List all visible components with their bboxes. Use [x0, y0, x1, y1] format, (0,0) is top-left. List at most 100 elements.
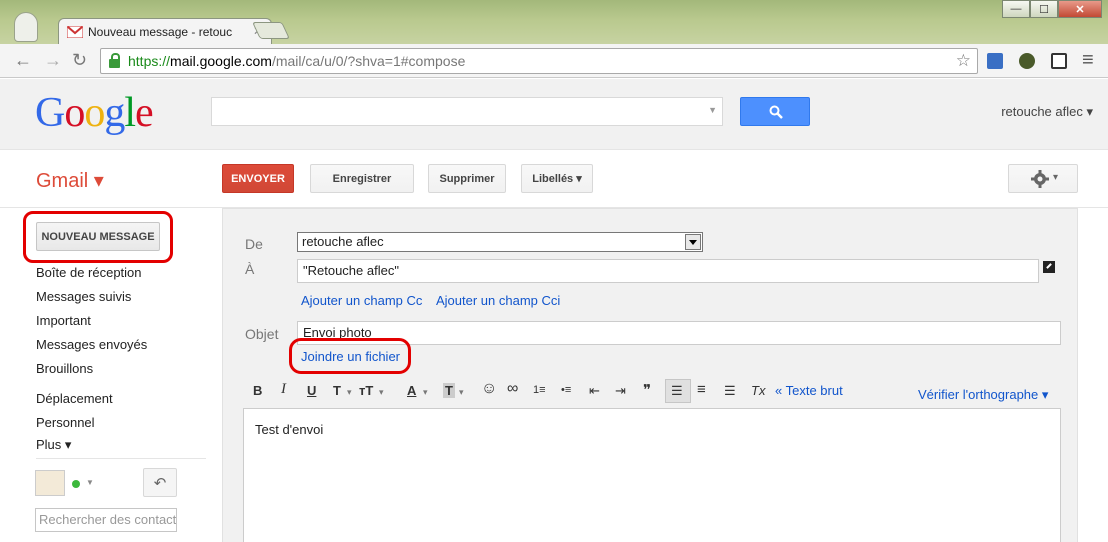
add-cc-link[interactable]: Ajouter un champ Cc — [301, 293, 422, 308]
underline-icon[interactable]: U — [307, 383, 316, 398]
annotation-circle — [23, 211, 173, 263]
maximize-button[interactable]: ☐ — [1030, 0, 1058, 18]
from-value: retouche aflec — [302, 234, 384, 249]
chevron-down-icon[interactable]: ▾ — [347, 387, 352, 398]
reload-icon[interactable]: ↻ — [72, 51, 87, 69]
logo-letter: o — [64, 90, 85, 136]
contact-search-input[interactable]: Rechercher des contact — [35, 508, 177, 532]
plain-text-link[interactable]: « Texte brut — [775, 383, 843, 398]
align-left-icon[interactable]: ☰ — [671, 383, 683, 399]
nav-item-inbox[interactable]: Boîte de réception — [36, 265, 142, 280]
minimize-button[interactable]: — — [1002, 0, 1030, 18]
browser-toolbar: ← → ↻ https://mail.google.com/mail/ca/u/… — [0, 44, 1108, 78]
to-field[interactable]: "Retouche aflec" — [297, 259, 1039, 283]
delete-button[interactable]: Supprimer — [428, 164, 506, 193]
italic-icon[interactable]: I — [281, 381, 286, 398]
spellcheck-link[interactable]: Vérifier l'orthographe ▾ — [918, 387, 1048, 403]
chevron-down-icon[interactable]: ▾ — [379, 387, 384, 398]
reader-extension-icon[interactable] — [1051, 53, 1067, 69]
extension-icon[interactable] — [1019, 53, 1035, 69]
nav-item-personnel[interactable]: Personnel — [36, 415, 95, 430]
lock-icon — [109, 52, 120, 68]
clear-formatting-icon[interactable]: Tx — [751, 383, 765, 398]
left-navigation: NOUVEAU MESSAGE Boîte de réception Messa… — [0, 208, 215, 542]
align-right-icon[interactable]: ☰ — [724, 383, 736, 399]
indent-icon[interactable]: ⇥ — [615, 383, 626, 399]
to-value: "Retouche aflec" — [303, 263, 399, 278]
nav-item-starred[interactable]: Messages suivis — [36, 289, 131, 304]
subject-field[interactable]: Envoi photo — [297, 321, 1061, 345]
popout-icon[interactable] — [1043, 261, 1055, 273]
search-icon — [769, 105, 783, 119]
from-select[interactable]: retouche aflec — [297, 232, 703, 252]
profile-icon[interactable] — [14, 12, 38, 42]
logo-letter: l — [124, 90, 136, 136]
chevron-down-icon[interactable]: ▾ — [459, 387, 464, 398]
settings-dropdown-icon: ▾ — [1053, 172, 1059, 183]
gmail-action-bar: Gmail ▾ ENVOYER Enregistrer Supprimer Li… — [0, 150, 1108, 208]
nav-item-drafts[interactable]: Brouillons — [36, 361, 93, 376]
logo-letter: g — [104, 90, 125, 136]
close-window-button[interactable]: ✕ — [1058, 0, 1102, 18]
quote-icon[interactable]: ❞ — [643, 381, 651, 399]
search-button[interactable] — [740, 97, 810, 126]
phone-call-button[interactable]: ↶ — [143, 468, 177, 497]
logo-letter: o — [84, 90, 105, 136]
bookmark-star-icon[interactable]: ☆ — [956, 51, 971, 71]
settings-button[interactable]: ▾ — [1008, 164, 1078, 193]
google-logo[interactable]: Google — [35, 89, 154, 137]
add-bcc-link[interactable]: Ajouter un champ Cci — [436, 293, 560, 308]
divider — [36, 458, 206, 459]
nav-item-deplacement[interactable]: Déplacement — [36, 391, 113, 406]
avatar[interactable] — [35, 470, 65, 496]
url-scheme: https:// — [128, 53, 171, 69]
to-label: À — [245, 261, 255, 277]
subject-label: Objet — [245, 326, 279, 342]
browser-tab[interactable]: Nouveau message - retouc ✕ — [58, 18, 272, 44]
font-size-icon[interactable]: тT — [359, 383, 373, 398]
address-bar[interactable]: https://mail.google.com/mail/ca/u/0/?shv… — [100, 48, 978, 74]
nav-item-sent[interactable]: Messages envoyés — [36, 337, 147, 352]
window-controls: — ☐ ✕ — [1002, 0, 1102, 18]
save-button[interactable]: Enregistrer — [310, 164, 414, 193]
back-icon[interactable]: ← — [14, 51, 32, 69]
nav-item-important[interactable]: Important — [36, 313, 91, 328]
url-path: /mail/ca/u/0/?shva=1#compose — [271, 53, 466, 69]
bold-icon[interactable]: B — [253, 383, 262, 398]
forward-icon[interactable]: → — [44, 51, 62, 69]
mail-search-input[interactable]: ▼ — [211, 97, 723, 126]
account-name[interactable]: retouche aflec ▾ — [1001, 104, 1093, 120]
gmail-app-label[interactable]: Gmail ▾ — [36, 168, 104, 193]
message-body-text: Test d'envoi — [255, 422, 324, 437]
font-icon[interactable]: T — [333, 383, 341, 398]
gear-icon — [1031, 170, 1049, 188]
search-options-arrow-icon[interactable]: ▼ — [708, 105, 717, 115]
annotation-circle — [289, 338, 411, 374]
compose-panel: De retouche aflec À "Retouche aflec" Ajo… — [222, 208, 1078, 542]
link-icon[interactable]: ∞ — [507, 380, 518, 398]
bulleted-list-icon[interactable]: •≡ — [561, 384, 571, 396]
align-center-icon[interactable]: ≡ — [697, 381, 706, 398]
download-extension-icon[interactable] — [987, 53, 1003, 69]
gmail-favicon-icon — [66, 25, 84, 38]
chevron-down-icon[interactable] — [685, 234, 701, 250]
chevron-down-icon[interactable]: ▾ — [423, 387, 428, 398]
text-color-icon[interactable]: A — [407, 383, 416, 398]
labels-button[interactable]: Libellés ▾ — [521, 164, 593, 193]
numbered-list-icon[interactable]: 1≡ — [533, 384, 546, 396]
outdent-icon[interactable]: ⇤ — [589, 383, 600, 399]
browser-titlebar: Nouveau message - retouc ✕ — ☐ ✕ — [0, 0, 1108, 44]
logo-letter: e — [135, 90, 154, 136]
nav-item-more[interactable]: Plus ▾ — [36, 437, 71, 453]
emoji-icon[interactable]: ☺ — [481, 380, 497, 398]
from-label: De — [245, 236, 263, 252]
message-body-editor[interactable]: Test d'envoi — [243, 408, 1061, 542]
url-host: mail.google.com — [170, 53, 272, 69]
send-button[interactable]: ENVOYER — [222, 164, 294, 193]
google-header: Google ▼ retouche aflec ▾ — [0, 79, 1108, 150]
chat-status-icon[interactable] — [72, 480, 80, 488]
logo-letter: G — [35, 90, 65, 136]
chevron-down-icon[interactable]: ▼ — [86, 478, 94, 487]
highlight-color-icon[interactable]: T — [443, 383, 455, 398]
chrome-menu-icon[interactable]: ≡ — [1082, 50, 1094, 70]
